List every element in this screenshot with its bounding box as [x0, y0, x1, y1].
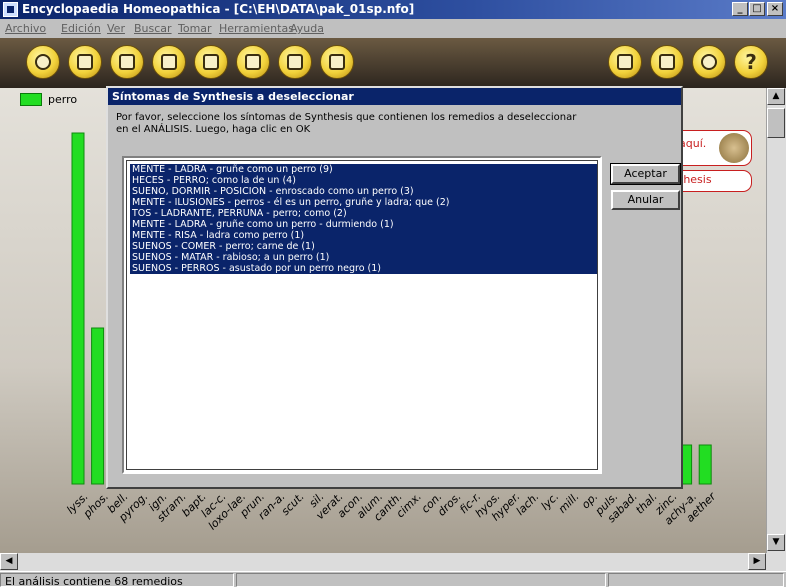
symptom-list-item[interactable]: MENTE - RISA - ladra como perro (1)	[130, 230, 597, 241]
book-open-icon[interactable]	[110, 45, 144, 79]
cancel-button[interactable]: Anular	[611, 190, 680, 210]
folder-icon[interactable]	[320, 45, 354, 79]
menu-archivo[interactable]: Archivo	[5, 22, 46, 35]
close-button[interactable]: ×	[767, 2, 783, 16]
menu-ayuda[interactable]: Ayuda	[290, 22, 324, 35]
menu-herramientas[interactable]: Herramientas	[219, 22, 294, 35]
symptom-list-item[interactable]: HECES - PERRO; como la de un (4)	[130, 175, 597, 186]
symptom-list-item[interactable]: SUEÑOS - COMER - perro; carne de (1)	[130, 241, 597, 252]
status-bar: El análisis contiene 68 remedios	[0, 571, 786, 587]
maximize-button[interactable]: □	[749, 2, 765, 16]
status-text: El análisis contiene 68 remedios	[5, 575, 183, 587]
minimize-button[interactable]: _	[732, 2, 748, 16]
bar-lyss	[71, 132, 85, 485]
menu-ver[interactable]: Ver	[107, 22, 125, 35]
chart-icon[interactable]	[278, 45, 312, 79]
window-title: Encyclopaedia Homeopathica - [C:\EH\DATA…	[22, 2, 415, 16]
scroll-up-button[interactable]: ▲	[767, 88, 785, 105]
title-bar: Encyclopaedia Homeopathica - [C:\EH\DATA…	[0, 0, 786, 19]
status-cell-3	[608, 573, 784, 587]
card-icon[interactable]	[236, 45, 270, 79]
vertical-scrollbar[interactable]: ▲ ▼	[766, 88, 786, 553]
search-icon[interactable]	[26, 45, 60, 79]
status-cell-main: El análisis contiene 68 remedios	[0, 573, 234, 587]
scroll-left-button[interactable]: ◀	[0, 553, 18, 570]
symptom-list-inner: MENTE - LADRA - gruñe como un perro (9) H…	[126, 160, 598, 470]
deselect-symptoms-dialog: Síntomas de Synthesis a deseleccionar Po…	[106, 86, 683, 489]
symptom-list-item[interactable]: MENTE - LADRA - gruñe como un perro - du…	[130, 219, 597, 230]
symptom-list-item[interactable]: MENTE - LADRA - gruñe como un perro (9)	[130, 164, 597, 175]
menu-bar: Archivo Edición Ver Buscar Tomar Herrami…	[0, 19, 786, 38]
menu-edicion[interactable]: Edición	[61, 22, 101, 35]
symptom-list-item[interactable]: SUEÑO, DORMIR - POSICION - enroscado com…	[130, 186, 597, 197]
scroll-right-button[interactable]: ▶	[748, 553, 766, 570]
scroll-thumb[interactable]	[767, 108, 785, 138]
accept-button[interactable]: Aceptar	[610, 163, 681, 185]
symptom-list-item[interactable]: TOS - LADRANTE, PERRUNA - perro; como (2…	[130, 208, 597, 219]
scroll-down-button[interactable]: ▼	[767, 534, 785, 551]
toolbar: ?	[0, 38, 786, 88]
calendar-icon[interactable]	[650, 45, 684, 79]
symptom-listbox[interactable]: MENTE - LADRA - gruñe como un perro (9) H…	[122, 156, 602, 474]
tools-icon[interactable]	[608, 45, 642, 79]
status-cell-2	[236, 573, 606, 587]
home-icon[interactable]	[68, 45, 102, 79]
symptom-list-item[interactable]: SUEÑOS - MATAR - rabioso; a un perro (1)	[130, 252, 597, 263]
bar-aether	[698, 444, 712, 485]
symptom-list-item[interactable]: SUEÑOS - PERROS - asustado por un perro …	[130, 263, 597, 274]
symptom-list-item[interactable]: MENTE - ILUSIONES - perros - él es un pe…	[130, 197, 597, 208]
page-icon[interactable]	[152, 45, 186, 79]
app-icon[interactable]	[3, 2, 18, 17]
menu-buscar[interactable]: Buscar	[134, 22, 172, 35]
help-icon[interactable]: ?	[734, 45, 768, 79]
horizontal-scrollbar[interactable]: ◀ ▶	[0, 553, 786, 571]
key-icon[interactable]	[692, 45, 726, 79]
dialog-title: Síntomas de Synthesis a deseleccionar	[108, 88, 681, 105]
books-icon[interactable]	[194, 45, 228, 79]
dialog-instructions: Por favor, seleccione los síntomas de Sy…	[116, 112, 577, 135]
bar-phos	[91, 327, 105, 485]
menu-tomar[interactable]: Tomar	[178, 22, 212, 35]
